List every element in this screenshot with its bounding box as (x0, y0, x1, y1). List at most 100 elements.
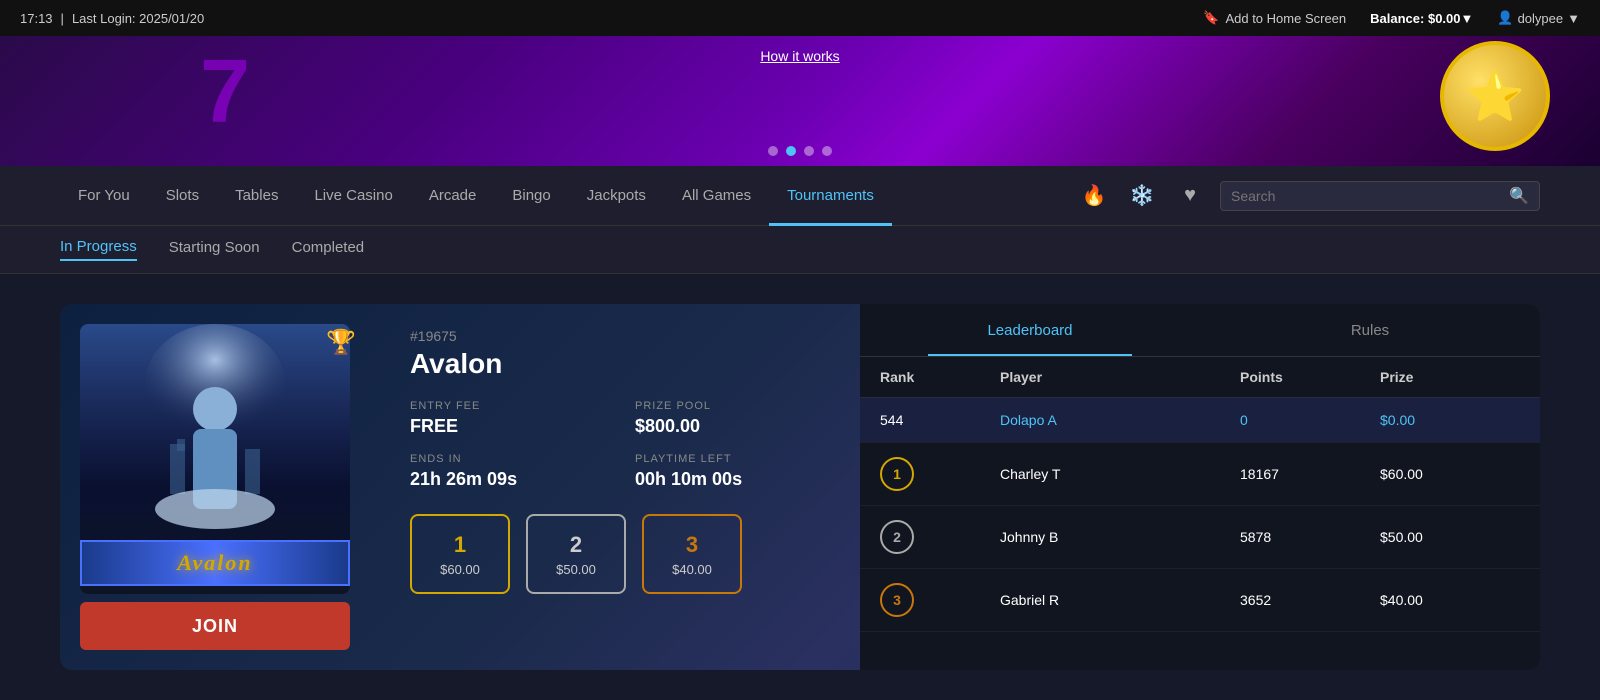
balance-display[interactable]: Balance: $0.00▼ (1370, 11, 1473, 26)
main-nav: For You Slots Tables Live Casino Arcade … (0, 166, 1600, 226)
col-points: Points (1240, 369, 1380, 385)
lb-user-row: 544 Dolapo A 0 $0.00 (860, 398, 1540, 443)
dot-4[interactable] (822, 146, 832, 156)
lb-row-2: 2 Johnny B 5878 $50.00 (860, 506, 1540, 569)
last-login: Last Login: 2025/01/20 (72, 11, 204, 26)
tournament-name: Avalon (410, 348, 830, 380)
game-title-text: Avalon (80, 540, 350, 586)
tab-rules[interactable]: Rules (1200, 304, 1540, 356)
character-svg (115, 324, 315, 554)
prize-rank-2: 2 (570, 532, 582, 558)
user-menu[interactable]: 👤 dolypee ▼ (1497, 10, 1580, 26)
prize-pool-value: $800.00 (635, 416, 830, 437)
user-prize: $0.00 (1380, 412, 1520, 428)
lb-tabs: Leaderboard Rules (860, 304, 1540, 357)
col-prize: Prize (1380, 369, 1520, 385)
fire-icon[interactable]: 🔥 (1076, 178, 1112, 214)
ends-in-label: ENDS IN (410, 453, 605, 465)
user-player[interactable]: Dolapo A (1000, 412, 1240, 428)
player-2: Johnny B (1000, 529, 1240, 545)
subnav-starting-soon[interactable]: Starting Soon (169, 239, 260, 260)
points-1: 18167 (1240, 466, 1380, 482)
snowflake-icon[interactable]: ❄️ (1124, 178, 1160, 214)
tournament-id: #19675 (410, 328, 830, 344)
top-bar-left: 17:13 | Last Login: 2025/01/20 (20, 11, 204, 26)
user-icon: 👤 (1497, 10, 1513, 26)
prize-amount-2: $50.00 (556, 562, 596, 577)
leaderboard-section: Leaderboard Rules Rank Player Points Pri… (860, 304, 1540, 670)
nav-slots[interactable]: Slots (148, 166, 217, 226)
player-3: Gabriel R (1000, 592, 1240, 608)
top-bar-right: 🔖 Add to Home Screen Balance: $0.00▼ 👤 d… (1203, 10, 1580, 26)
banner-dots (768, 146, 832, 156)
subnav-in-progress[interactable]: In Progress (60, 238, 137, 261)
search-input[interactable] (1231, 188, 1501, 204)
tab-leaderboard[interactable]: Leaderboard (860, 304, 1200, 356)
entry-fee-block: ENTRY FEE FREE (410, 400, 605, 437)
points-2: 5878 (1240, 529, 1380, 545)
playtime-label: PLAYTIME LEFT (635, 453, 830, 465)
join-button[interactable]: JOIN (80, 602, 350, 650)
lb-row-3: 3 Gabriel R 3652 $40.00 (860, 569, 1540, 632)
prize-1: $60.00 (1380, 466, 1520, 482)
coin-decoration: ⭐ (1440, 41, 1560, 161)
main-content: Avalon 🏆 JOIN #19675 Avalon ENTRY FEE FR… (0, 274, 1600, 700)
ends-in-value: 21h 26m 09s (410, 469, 605, 490)
playtime-block: PLAYTIME LEFT 00h 10m 00s (635, 453, 830, 490)
nav-all-games[interactable]: All Games (664, 166, 769, 226)
points-3: 3652 (1240, 592, 1380, 608)
how-it-works-link[interactable]: How it works (760, 48, 839, 64)
dot-1[interactable] (768, 146, 778, 156)
nav-bingo[interactable]: Bingo (494, 166, 568, 226)
dot-3[interactable] (804, 146, 814, 156)
col-player: Player (1000, 369, 1240, 385)
prize-positions: 1 $60.00 2 $50.00 3 $40.00 (410, 514, 830, 594)
game-character (80, 324, 350, 554)
prize-pos-1: 1 $60.00 (410, 514, 510, 594)
nav-tournaments[interactable]: Tournaments (769, 166, 892, 226)
entry-fee-label: ENTRY FEE (410, 400, 605, 412)
playtime-value: 00h 10m 00s (635, 469, 830, 490)
sub-nav: In Progress Starting Soon Completed (0, 226, 1600, 274)
top-bar: 17:13 | Last Login: 2025/01/20 🔖 Add to … (0, 0, 1600, 36)
trophy-badge: 🏆 (326, 328, 356, 357)
nav-tables[interactable]: Tables (217, 166, 296, 226)
heart-icon[interactable]: ♥ (1172, 178, 1208, 214)
nav-icons: 🔥 ❄️ ♥ 🔍 (1076, 178, 1540, 214)
subnav-completed[interactable]: Completed (292, 239, 365, 260)
banner: 7 How it works ⭐ (0, 36, 1600, 166)
lb-table-header: Rank Player Points Prize (860, 357, 1540, 398)
prize-pos-2: 2 $50.00 (526, 514, 626, 594)
nav-arcade[interactable]: Arcade (411, 166, 495, 226)
search-box[interactable]: 🔍 (1220, 181, 1540, 211)
dot-2[interactable] (786, 146, 796, 156)
ends-in-block: ENDS IN 21h 26m 09s (410, 453, 605, 490)
rank-badge-1: 1 (880, 457, 1000, 491)
prize-pool-label: PRIZE POOL (635, 400, 830, 412)
tournament-card: Avalon 🏆 JOIN #19675 Avalon ENTRY FEE FR… (60, 304, 1540, 670)
game-thumbnail: Avalon (80, 324, 350, 594)
nav-live-casino[interactable]: Live Casino (296, 166, 410, 226)
prize-2: $50.00 (1380, 529, 1520, 545)
lb-row-1: 1 Charley T 18167 $60.00 (860, 443, 1540, 506)
info-grid: ENTRY FEE FREE PRIZE POOL $800.00 ENDS I… (410, 400, 830, 490)
prize-pool-block: PRIZE POOL $800.00 (635, 400, 830, 437)
slot-decoration: 7 (200, 41, 250, 144)
user-points: 0 (1240, 412, 1380, 428)
prize-amount-1: $60.00 (440, 562, 480, 577)
rank-badge-3: 3 (880, 583, 1000, 617)
player-1: Charley T (1000, 466, 1240, 482)
prize-pos-3: 3 $40.00 (642, 514, 742, 594)
card-image-section: Avalon 🏆 JOIN (60, 304, 380, 670)
search-icon: 🔍 (1509, 186, 1529, 206)
bookmark-icon: 🔖 (1203, 10, 1219, 26)
prize-rank-3: 3 (686, 532, 698, 558)
clock: 17:13 (20, 11, 53, 26)
nav-jackpots[interactable]: Jackpots (569, 166, 664, 226)
add-to-home[interactable]: 🔖 Add to Home Screen (1203, 10, 1346, 26)
chevron-down-icon: ▼ (1567, 11, 1580, 26)
nav-for-you[interactable]: For You (60, 166, 148, 226)
prize-3: $40.00 (1380, 592, 1520, 608)
separator: | (61, 11, 64, 26)
col-rank: Rank (880, 369, 1000, 385)
